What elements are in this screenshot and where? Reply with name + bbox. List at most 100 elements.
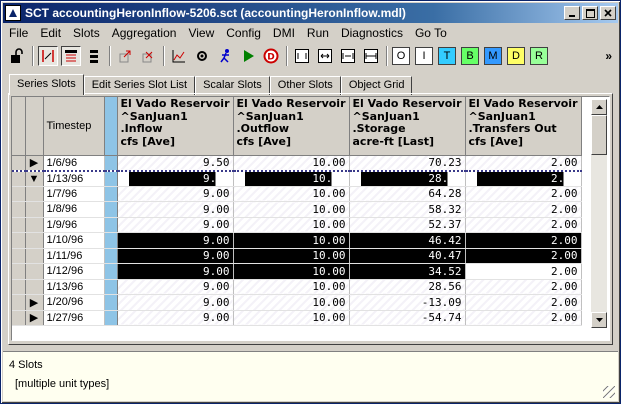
timestep-cell[interactable]: 1/7/96 xyxy=(43,186,105,202)
value-cell[interactable]: 10.00 xyxy=(233,201,350,218)
open-slot-icon[interactable] xyxy=(115,46,135,66)
table-row[interactable]: 1/9/96 9.00 10.00 52.37 2.00 xyxy=(12,217,582,233)
unlock-icon[interactable] xyxy=(7,46,27,66)
title-bar[interactable]: SCT accountingHeronInflow-5206.sct (acco… xyxy=(3,3,618,23)
value-cell[interactable]: 2.00 xyxy=(465,170,582,187)
row-header[interactable] xyxy=(12,170,26,187)
value-cell[interactable]: 10.00 xyxy=(233,263,350,280)
row-expand-toggle[interactable]: ▶ xyxy=(25,294,44,311)
value-cell[interactable]: 9.00 xyxy=(117,232,234,249)
minimize-button[interactable] xyxy=(564,6,580,20)
scroll-thumb[interactable] xyxy=(591,115,607,155)
value-cell[interactable]: 9.00 xyxy=(117,170,234,187)
value-cell[interactable]: 28.56 xyxy=(349,170,466,187)
value-cell[interactable]: 10.00 xyxy=(233,248,350,264)
row-expand-toggle[interactable] xyxy=(25,263,44,280)
filter-o-button[interactable]: O xyxy=(392,47,410,65)
menu-config[interactable]: Config xyxy=(220,26,267,40)
value-cell[interactable]: 9.00 xyxy=(117,186,234,202)
table-row[interactable]: ▼ 1/13/96 9.00 10.00 28.56 2.00 xyxy=(12,170,582,187)
menu-dmi[interactable]: DMI xyxy=(267,26,301,40)
value-cell[interactable]: 9.00 xyxy=(117,217,234,233)
timestep-cell[interactable]: 1/10/96 xyxy=(43,232,105,249)
fit-width-icon[interactable] xyxy=(361,46,381,66)
row-header[interactable] xyxy=(12,201,26,218)
row-expand-toggle[interactable] xyxy=(25,201,44,218)
filter-t-button[interactable]: T xyxy=(438,47,456,65)
maximize-button[interactable] xyxy=(582,6,598,20)
stop-icon[interactable]: D xyxy=(261,46,281,66)
table-row[interactable]: ▶ 1/20/96 9.00 10.00 -13.09 2.00 xyxy=(12,294,582,311)
close-button[interactable] xyxy=(600,6,616,20)
row-header[interactable] xyxy=(12,186,26,202)
tab-series-slots[interactable]: Series Slots xyxy=(9,74,84,95)
table-row[interactable]: 1/11/96 9.00 10.00 40.47 2.00 xyxy=(12,248,582,264)
value-cell[interactable]: 2.00 xyxy=(465,294,582,311)
toolbar-overflow-button[interactable]: » xyxy=(605,49,612,63)
value-cell[interactable]: 10.00 xyxy=(233,232,350,249)
table-row[interactable]: 1/13/96 9.00 10.00 28.56 2.00 xyxy=(12,279,582,295)
value-cell[interactable]: 9.50 xyxy=(117,155,234,172)
value-cell[interactable]: 9.00 xyxy=(117,310,234,326)
table-row[interactable]: 1/12/96 9.00 10.00 34.52 2.00 xyxy=(12,263,582,280)
row-header[interactable] xyxy=(12,310,26,326)
table-row[interactable]: 1/8/96 9.00 10.00 58.32 2.00 xyxy=(12,201,582,218)
timestep-cell[interactable]: 1/11/96 xyxy=(43,248,105,264)
value-cell[interactable]: 9.00 xyxy=(117,263,234,280)
slot-grid[interactable]: Timestep El Vado Reservoir ^SanJuan1 .In… xyxy=(11,96,610,341)
value-cell[interactable]: 10.00 xyxy=(233,155,350,172)
row-expand-toggle[interactable]: ▶ xyxy=(25,155,44,172)
row-expand-toggle[interactable] xyxy=(25,279,44,295)
tools-icon[interactable] xyxy=(192,46,212,66)
row-header[interactable] xyxy=(12,155,26,172)
row-header[interactable] xyxy=(12,263,26,280)
value-cell[interactable]: 10.00 xyxy=(233,217,350,233)
scroll-down-button[interactable] xyxy=(591,312,607,328)
value-cell[interactable]: 2.00 xyxy=(465,263,582,280)
table-row[interactable]: ▶ 1/27/96 9.00 10.00 -54.74 2.00 xyxy=(12,310,582,326)
value-cell[interactable]: 9.00 xyxy=(117,279,234,295)
value-cell[interactable]: 10.00 xyxy=(233,186,350,202)
filter-b-button[interactable]: B xyxy=(461,47,479,65)
menu-view[interactable]: View xyxy=(182,26,220,40)
value-cell[interactable]: 2.00 xyxy=(465,232,582,249)
timestep-cell[interactable]: 1/8/96 xyxy=(43,201,105,218)
row-expand-toggle[interactable] xyxy=(25,217,44,233)
value-cell[interactable]: -54.74 xyxy=(349,310,466,326)
row-expand-toggle[interactable]: ▶ xyxy=(25,310,44,326)
value-cell[interactable]: 52.37 xyxy=(349,217,466,233)
run-icon[interactable] xyxy=(238,46,258,66)
value-cell[interactable]: 10.00 xyxy=(233,294,350,311)
column-header-transfers-out[interactable]: El Vado Reservoir ^SanJuan1 .Transfers O… xyxy=(465,97,582,156)
menu-run[interactable]: Run xyxy=(301,26,335,40)
close-slot-icon[interactable] xyxy=(138,46,158,66)
row-header[interactable] xyxy=(12,248,26,264)
value-cell[interactable]: 2.00 xyxy=(465,279,582,295)
timestep-header[interactable]: Timestep xyxy=(43,97,105,156)
row-expand-toggle[interactable] xyxy=(25,232,44,249)
row-expand-toggle[interactable]: ▼ xyxy=(25,170,44,187)
filter-m-button[interactable]: M xyxy=(484,47,502,65)
resize-grip[interactable] xyxy=(603,386,615,398)
value-cell[interactable]: 64.28 xyxy=(349,186,466,202)
row-header[interactable] xyxy=(12,294,26,311)
value-cell[interactable]: 40.47 xyxy=(349,248,466,264)
timestep-cell[interactable]: 1/6/96 xyxy=(43,155,105,172)
timestep-cell[interactable]: 1/9/96 xyxy=(43,217,105,233)
timestep-cell[interactable]: 1/13/96 xyxy=(43,170,105,187)
menu-edit[interactable]: Edit xyxy=(34,26,67,40)
menu-file[interactable]: File xyxy=(3,26,34,40)
row-header[interactable] xyxy=(12,279,26,295)
timestep-cell[interactable]: 1/12/96 xyxy=(43,263,105,280)
value-cell[interactable]: 2.00 xyxy=(465,155,582,172)
value-cell[interactable]: 28.56 xyxy=(349,279,466,295)
scroll-track[interactable] xyxy=(591,155,607,312)
timestep-cell[interactable]: 1/27/96 xyxy=(43,310,105,326)
menu-aggregation[interactable]: Aggregation xyxy=(106,26,183,40)
column-header-outflow[interactable]: El Vado Reservoir ^SanJuan1 .Outflow cfs… xyxy=(233,97,350,156)
value-cell[interactable]: 9.00 xyxy=(117,201,234,218)
value-cell[interactable]: 9.00 xyxy=(117,248,234,264)
value-cell[interactable]: 2.00 xyxy=(465,201,582,218)
value-cell[interactable]: 2.00 xyxy=(465,248,582,264)
column-arrange-icon[interactable] xyxy=(61,46,81,66)
